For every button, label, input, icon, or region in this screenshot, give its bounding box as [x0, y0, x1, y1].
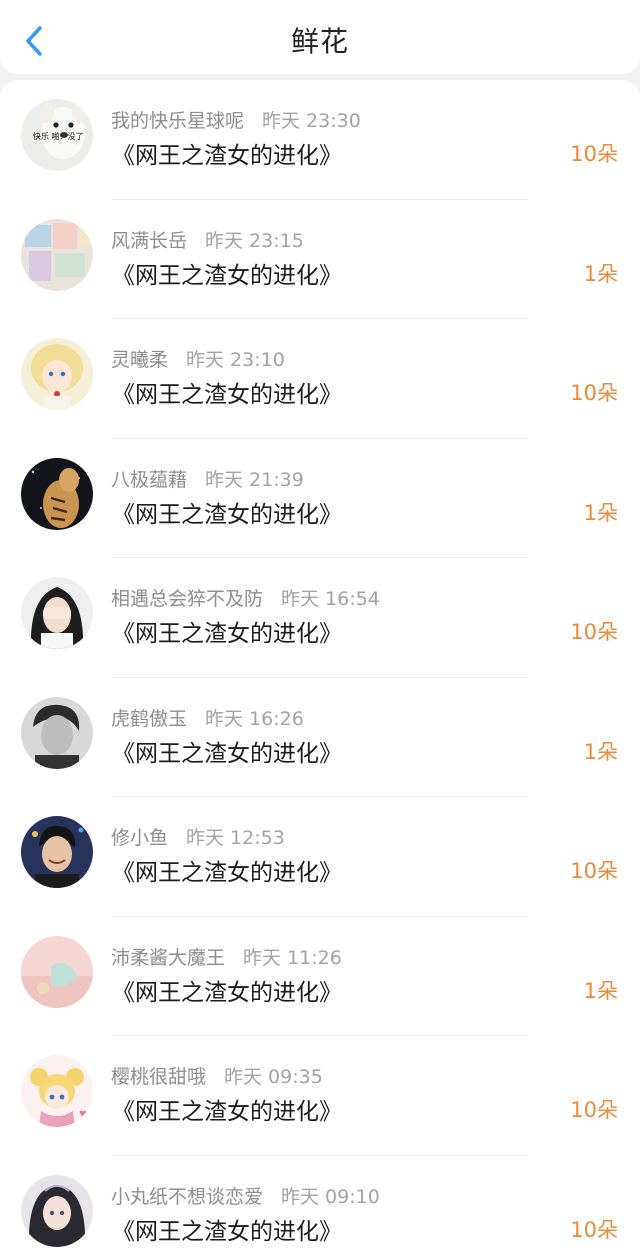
- flower-count: 10朵: [570, 381, 618, 405]
- smiling-boy-avatar[interactable]: [21, 816, 93, 888]
- username: 灵曦柔: [111, 349, 169, 371]
- page-title: 鲜花: [290, 25, 349, 58]
- flower-record-list: 快乐 啪！没了 我的快乐星球呢 昨天 23:30 《网王之渣女的进化》 10朵 风…: [0, 80, 640, 1256]
- timestamp: 昨天 12:53: [186, 827, 285, 849]
- username: 樱桃很甜哦: [111, 1066, 207, 1088]
- flower-count: 10朵: [570, 1217, 618, 1242]
- pastel-pink-avatar[interactable]: [21, 935, 93, 1008]
- list-item[interactable]: 灵曦柔 昨天 23:10 《网王之渣女的进化》 10朵: [0, 319, 640, 439]
- list-item[interactable]: ♥ 樱桃很甜哦 昨天 09:35 《网王之渣女的进化》 10朵: [0, 1036, 640, 1156]
- book-title: 《网王之渣女的进化》: [112, 740, 342, 767]
- svg-text:♥: ♥: [79, 1110, 87, 1120]
- sailor-moon-avatar[interactable]: ♥: [21, 1055, 93, 1127]
- bw-portrait-avatar[interactable]: [21, 696, 93, 769]
- username: 沛柔酱大魔王: [111, 946, 226, 969]
- timestamp: 昨天 09:10: [281, 1185, 380, 1208]
- flower-count: 1朵: [583, 261, 618, 286]
- anime-blonde-girl-avatar[interactable]: [21, 338, 93, 410]
- sender-info: 相遇总会猝不及防 昨天 16:54: [111, 584, 380, 611]
- timestamp: 昨天 21:39: [205, 468, 304, 491]
- book-title: 《网王之渣女的进化》: [112, 1099, 342, 1125]
- flower-count: 10朵: [570, 1098, 618, 1122]
- book-title: 《网王之渣女的进化》: [112, 382, 342, 408]
- sender-info: 我的快乐星球呢 昨天 23:30: [111, 106, 361, 133]
- list-item[interactable]: 风满长岳 昨天 23:15 《网王之渣女的进化》 1朵: [0, 200, 640, 320]
- timestamp: 昨天 23:30: [262, 110, 361, 132]
- timestamp: 昨天 23:15: [205, 229, 304, 252]
- flower-count: 1朵: [583, 978, 618, 1003]
- username: 小丸纸不想谈恋爱: [111, 1185, 264, 1208]
- username: 风满长岳: [111, 229, 188, 252]
- girl-covering-face-avatar[interactable]: [21, 577, 93, 649]
- flower-count: 1朵: [583, 500, 618, 525]
- sender-info: 灵曦柔 昨天 23:10: [111, 345, 285, 372]
- username: 修小鱼: [111, 827, 169, 849]
- sender-info: 修小鱼 昨天 12:53: [111, 823, 285, 850]
- timestamp: 昨天 16:26: [205, 707, 304, 730]
- flower-count: 10朵: [570, 859, 618, 883]
- username: 相遇总会猝不及防: [111, 588, 264, 610]
- flower-count: 10朵: [570, 620, 618, 644]
- username: 我的快乐星球呢: [111, 110, 245, 132]
- list-item[interactable]: 八极蕴藉 昨天 21:39 《网王之渣女的进化》 1朵: [0, 439, 640, 559]
- username: 虎鹤傲玉: [111, 707, 188, 730]
- anime-dark-hair-girl-avatar[interactable]: [21, 1174, 93, 1247]
- book-title: 《网王之渣女的进化》: [112, 143, 342, 169]
- sender-info: 风满长岳 昨天 23:15: [111, 226, 304, 253]
- collage-photo-avatar[interactable]: [21, 218, 93, 291]
- book-title: 《网王之渣女的进化》: [112, 621, 342, 647]
- list-item[interactable]: 沛柔酱大魔王 昨天 11:26 《网王之渣女的进化》 1朵: [0, 917, 640, 1037]
- flower-count: 10朵: [570, 142, 618, 166]
- book-title: 《网王之渣女的进化》: [112, 979, 342, 1006]
- timestamp: 昨天 11:26: [243, 946, 342, 969]
- book-title: 《网王之渣女的进化》: [112, 1218, 342, 1245]
- timestamp: 昨天 09:35: [224, 1066, 323, 1088]
- list-item[interactable]: 相遇总会猝不及防 昨天 16:54 《网王之渣女的进化》 10朵: [0, 558, 640, 678]
- top-nav-bar: 鲜花: [0, 0, 640, 74]
- svg-text:快乐 啪！没了: 快乐 啪！没了: [33, 131, 84, 141]
- timestamp: 昨天 23:10: [186, 349, 285, 371]
- username: 八极蕴藉: [111, 468, 188, 491]
- book-title: 《网王之渣女的进化》: [112, 262, 342, 289]
- sender-info: 八极蕴藉 昨天 21:39: [111, 465, 304, 492]
- sender-info: 樱桃很甜哦 昨天 09:35: [111, 1062, 323, 1089]
- tiger-avatar[interactable]: [21, 457, 93, 530]
- sender-info: 小丸纸不想谈恋爱 昨天 09:10: [111, 1182, 380, 1209]
- list-item[interactable]: 修小鱼 昨天 12:53 《网王之渣女的进化》 10朵: [0, 797, 640, 917]
- dog-meme-avatar[interactable]: 快乐 啪！没了: [21, 99, 93, 171]
- list-item[interactable]: 虎鹤傲玉 昨天 16:26 《网王之渣女的进化》 1朵: [0, 678, 640, 798]
- list-item[interactable]: 小丸纸不想谈恋爱 昨天 09:10 《网王之渣女的进化》 10朵: [0, 1156, 640, 1256]
- list-item[interactable]: 快乐 啪！没了 我的快乐星球呢 昨天 23:30 《网王之渣女的进化》 10朵: [0, 80, 640, 200]
- book-title: 《网王之渣女的进化》: [112, 501, 342, 528]
- book-title: 《网王之渣女的进化》: [112, 860, 342, 886]
- sender-info: 沛柔酱大魔王 昨天 11:26: [111, 943, 342, 970]
- flower-count: 1朵: [583, 739, 618, 764]
- sender-info: 虎鹤傲玉 昨天 16:26: [111, 704, 304, 731]
- timestamp: 昨天 16:54: [281, 588, 380, 610]
